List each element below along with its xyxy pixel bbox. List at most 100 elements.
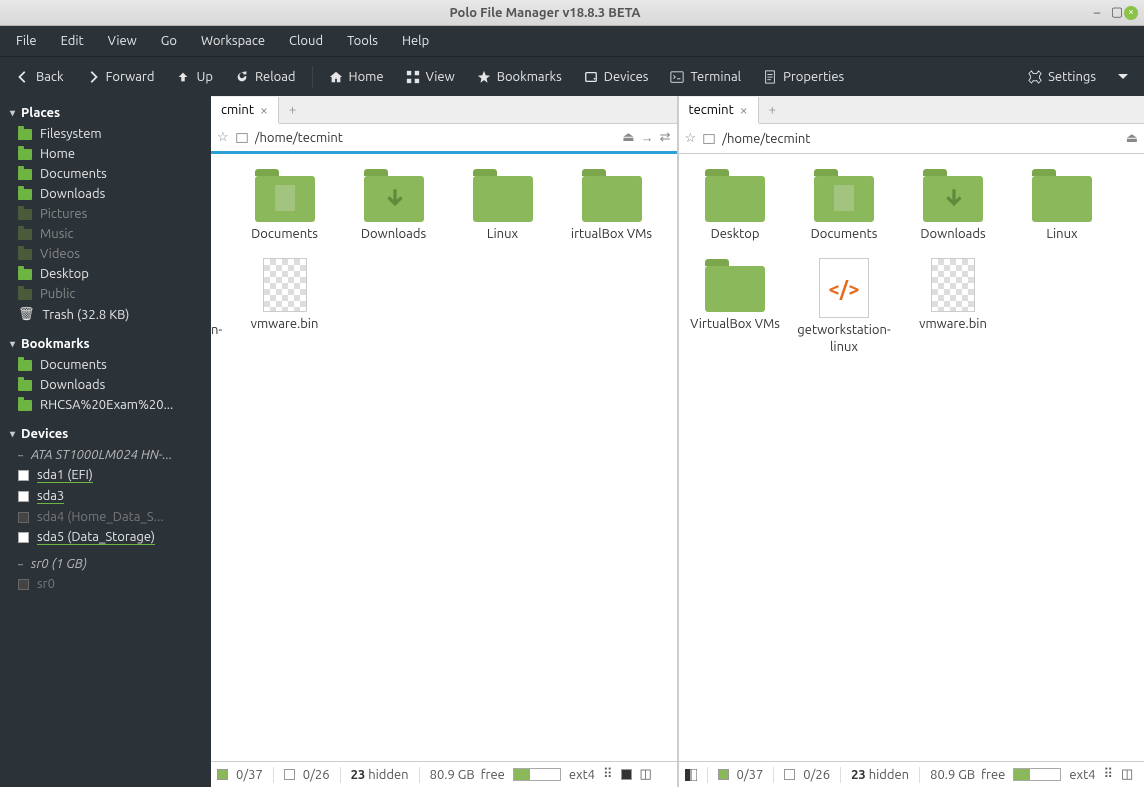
folder-icon [705, 176, 765, 222]
back-button[interactable]: Back [6, 65, 74, 89]
maximize-button[interactable]: ▢ [1110, 6, 1124, 20]
file-area[interactable]: DesktopDocumentsDownloadsLinux VirtualBox… [679, 154, 1144, 761]
tab-close-icon[interactable]: × [740, 102, 748, 118]
devices-header[interactable]: ▾Devices [0, 423, 211, 445]
file-label: VirtualBox VMs [690, 316, 780, 332]
menubar: File Edit View Go Workspace Cloud Tools … [0, 26, 1144, 56]
go-icon[interactable]: → [641, 130, 654, 145]
file-bin-icon [263, 258, 307, 312]
tab[interactable]: cmint× [211, 97, 279, 124]
menu-cloud[interactable]: Cloud [279, 30, 333, 52]
sidebar-place-videos[interactable]: Videos [0, 244, 211, 264]
file-label: getworkstation-linux [211, 322, 224, 355]
settings-button[interactable]: Settings [1018, 65, 1106, 89]
minimize-button[interactable]: – [1090, 6, 1104, 20]
tab[interactable]: tecmint× [679, 97, 759, 124]
file-bin-icon [931, 258, 975, 312]
menu-edit[interactable]: Edit [51, 30, 94, 52]
status-bar: 0/37 0/26 23 hidden 80.9 GB free ext4 ⠿ … [679, 761, 1144, 787]
sidebar-place-desktop[interactable]: Desktop [0, 264, 211, 284]
view-mode-icon[interactable]: ⠿ [1104, 767, 1114, 782]
places-header[interactable]: ▾Places [0, 102, 211, 124]
terminal-toggle-icon[interactable] [621, 769, 632, 780]
sidebar-partition[interactable]: sda1 (EFI) [0, 465, 211, 486]
menu-view[interactable]: View [98, 30, 147, 52]
new-tab-button[interactable]: + [279, 96, 306, 123]
file-item[interactable]: Desktop [211, 164, 228, 246]
view-mode-icon[interactable]: ⠿ [603, 767, 613, 782]
tab-close-icon[interactable]: × [260, 102, 268, 118]
disk-icon[interactable] [702, 132, 716, 146]
file-item[interactable]: Documents [232, 164, 337, 246]
file-label: Documents [251, 226, 318, 242]
bookmark-star-icon[interactable]: ☆ [685, 131, 697, 146]
file-item[interactable]: </>getworkstation-linux [211, 254, 228, 359]
sidebar-place-music[interactable]: Music [0, 224, 211, 244]
devices-button[interactable]: Devices [574, 65, 659, 89]
preview-toggle-icon[interactable]: ◫ [640, 767, 652, 782]
folder-icon [18, 400, 32, 411]
file-html-icon: </> [819, 258, 869, 318]
file-label: vmware.bin [919, 316, 987, 332]
bookmark-star-icon[interactable]: ☆ [217, 130, 229, 145]
file-item[interactable]: vmware.bin [232, 254, 337, 359]
sidebar-disk[interactable]: –ATA ST1000LM024 HN-... [0, 445, 211, 465]
bookmarks-header[interactable]: ▾Bookmarks [0, 333, 211, 355]
file-item[interactable]: Linux [1010, 164, 1115, 246]
sidebar-place-home[interactable]: Home [0, 144, 211, 164]
menu-help[interactable]: Help [392, 30, 439, 52]
sidebar-place-filesystem[interactable]: Filesystem [0, 124, 211, 144]
bookmarks-button[interactable]: Bookmarks [467, 65, 572, 89]
path-input[interactable] [255, 131, 617, 145]
reload-button[interactable]: Reload [225, 65, 306, 89]
path-input[interactable] [722, 132, 1120, 146]
sidebar-bookmark[interactable]: RHCSA%20Exam%20... [0, 395, 211, 415]
toolbar-menu-button[interactable] [1108, 67, 1138, 87]
menu-tools[interactable]: Tools [337, 30, 388, 52]
terminal-button[interactable]: Terminal [660, 65, 751, 89]
sidebar-partition[interactable]: sda4 (Home_Data_S... [0, 507, 211, 527]
swap-icon[interactable]: ⇄ [660, 130, 671, 145]
file-item[interactable]: </>getworkstation-linux [792, 254, 897, 359]
eject-icon[interactable]: ⏏ [622, 130, 634, 145]
file-item[interactable]: Downloads [341, 164, 446, 246]
sidebar-bookmark[interactable]: Documents [0, 355, 211, 375]
file-item[interactable]: irtualBox VMs [559, 164, 664, 246]
forward-button[interactable]: Forward [76, 65, 165, 89]
sidebar-place-downloads[interactable]: Downloads [0, 184, 211, 204]
dual-pane-icon[interactable] [685, 769, 697, 781]
folder-icon [473, 176, 533, 222]
folder-icon [18, 189, 32, 200]
sidebar-bookmark[interactable]: Downloads [0, 375, 211, 395]
properties-button[interactable]: Properties [753, 65, 854, 89]
file-item[interactable]: Documents [792, 164, 897, 246]
sidebar-partition[interactable]: sda3 [0, 486, 211, 507]
folder-count-icon [718, 769, 729, 780]
sidebar-optical-dev[interactable]: sr0 [0, 574, 211, 594]
sidebar-place-documents[interactable]: Documents [0, 164, 211, 184]
sidebar-trash[interactable]: 🗑Trash (32.8 KB) [0, 304, 211, 325]
menu-file[interactable]: File [6, 30, 47, 52]
file-item[interactable]: VirtualBox VMs [683, 254, 788, 359]
close-button[interactable]: × [1124, 6, 1138, 20]
menu-workspace[interactable]: Workspace [191, 30, 275, 52]
disk-icon[interactable] [235, 131, 249, 145]
folder-icon [582, 176, 642, 222]
view-button[interactable]: View [396, 65, 465, 89]
up-button[interactable]: Up [166, 65, 222, 89]
new-tab-button[interactable]: + [759, 96, 786, 123]
trash-icon: 🗑 [18, 307, 35, 322]
file-area[interactable]: Desktop Documents DownloadsLinuxirtualBox … [211, 154, 677, 761]
file-item[interactable]: Linux [450, 164, 555, 246]
preview-toggle-icon[interactable]: ◫ [1121, 767, 1133, 782]
file-item[interactable]: Desktop [683, 164, 788, 246]
sidebar-place-public[interactable]: Public [0, 284, 211, 304]
sidebar-optical-group[interactable]: –sr0 (1 GB) [0, 554, 211, 574]
menu-go[interactable]: Go [151, 30, 187, 52]
sidebar-partition[interactable]: sda5 (Data_Storage) [0, 527, 211, 548]
home-button[interactable]: Home [319, 65, 394, 89]
eject-icon[interactable]: ⏏ [1126, 131, 1138, 146]
file-item[interactable]: vmware.bin [901, 254, 1006, 359]
file-item[interactable]: Downloads [901, 164, 1006, 246]
sidebar-place-pictures[interactable]: Pictures [0, 204, 211, 224]
